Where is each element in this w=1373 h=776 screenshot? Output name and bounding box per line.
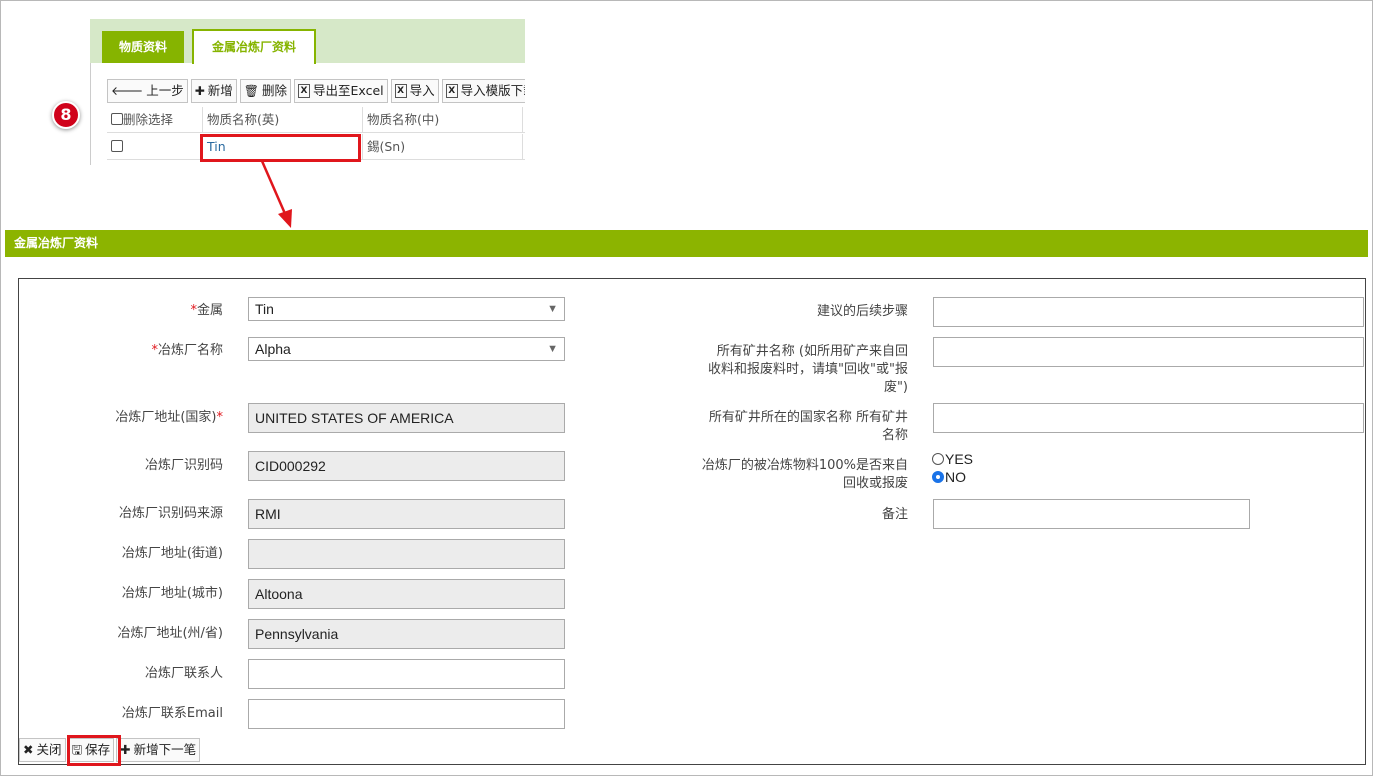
smelter-name-select[interactable]: Alpha ▼: [248, 337, 565, 361]
next-steps-label: 建议的后续步骤: [816, 304, 908, 319]
country-label: 冶炼厂地址(国家)*: [115, 410, 223, 425]
state-field[interactable]: Pennsylvania: [248, 619, 565, 649]
recycled-yes-option[interactable]: YES: [932, 451, 973, 467]
next-steps-field[interactable]: [933, 297, 1364, 327]
recycled-no-option[interactable]: NO: [932, 469, 966, 485]
city-label: 冶炼厂地址(城市): [121, 586, 223, 601]
country-field[interactable]: UNITED STATES OF AMERICA: [248, 403, 565, 433]
dropdown-caret-icon: ▼: [547, 343, 558, 355]
mine-country-label: 所有矿井所在的国家名称 所有矿井 名称: [708, 410, 908, 443]
remarks-label: 备注: [881, 507, 908, 522]
id-source-field[interactable]: RMI: [248, 499, 565, 529]
contact-field[interactable]: [248, 659, 565, 689]
id-source-label: 冶炼厂识别码来源: [118, 506, 223, 521]
add-next-button[interactable]: ✚ 新增下一笔: [116, 738, 201, 762]
highlight-box-save: [67, 735, 121, 766]
state-label: 冶炼厂地址(州/省): [117, 626, 223, 641]
metal-label: *金属: [190, 303, 223, 318]
close-button[interactable]: ✖ 关闭: [19, 738, 66, 762]
contact-label: 冶炼厂联系人: [144, 666, 223, 681]
smelter-name-label: *冶炼厂名称: [151, 343, 223, 358]
recycled-label: 冶炼厂的被冶炼物料100%是否来自 回收或报废: [701, 458, 908, 491]
plus-icon: ✚: [120, 742, 131, 757]
radio-no[interactable]: [932, 471, 944, 483]
close-label: 关闭: [36, 742, 62, 757]
street-label: 冶炼厂地址(街道): [121, 546, 223, 561]
smelter-id-field[interactable]: CID000292: [248, 451, 565, 481]
remarks-field[interactable]: [933, 499, 1250, 529]
section-title: 金属冶炼厂资料: [5, 230, 1368, 257]
contact-email-field[interactable]: [248, 699, 565, 729]
close-icon: ✖: [23, 742, 34, 757]
radio-yes[interactable]: [932, 453, 944, 465]
smelter-id-label: 冶炼厂识别码: [144, 458, 223, 473]
dropdown-caret-icon: ▼: [547, 303, 558, 315]
add-next-label: 新增下一笔: [133, 742, 197, 757]
street-field[interactable]: [248, 539, 565, 569]
city-field[interactable]: Altoona: [248, 579, 565, 609]
mine-country-field[interactable]: [933, 403, 1364, 433]
contact-email-label: 冶炼厂联系Email: [121, 706, 223, 721]
metal-select[interactable]: Tin ▼: [248, 297, 565, 321]
mine-name-label: 所有矿井名称 (如所用矿产来自回 收料和报废料时，请填"回收"或"报 废"): [708, 344, 908, 395]
mine-name-field[interactable]: [933, 337, 1364, 367]
